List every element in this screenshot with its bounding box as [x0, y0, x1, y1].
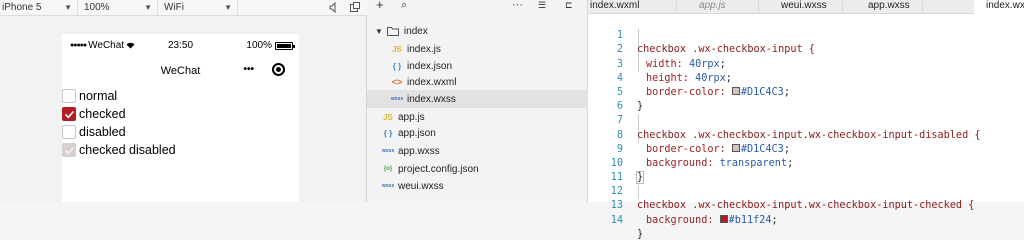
css-value: #b11f24 [728, 214, 772, 226]
file-name: app.js [398, 111, 425, 123]
checkbox-input[interactable] [62, 107, 76, 121]
file-app-wxss[interactable]: wxss app.wxss [367, 142, 588, 160]
folder-name: index [403, 25, 428, 37]
tab-weui-wxss[interactable]: weui.wxss [759, 0, 843, 14]
checkmark-icon [64, 146, 74, 154]
collapse-icon[interactable]: ⊏ [565, 0, 573, 11]
color-swatch[interactable] [719, 214, 728, 223]
simulator-toolbar: iPhone 5 ▼ 100% ▼ WiFi ▼ [0, 0, 367, 16]
devtools-window: iPhone 5 ▼ 100% ▼ WiFi ▼ ●●●●● WeChat 23… [0, 0, 1024, 240]
checkbox-checked-disabled: checked disabled [62, 141, 176, 159]
close-miniprogram-icon[interactable] [272, 63, 285, 76]
search-icon[interactable]: ⌕ [401, 0, 407, 12]
navigation-bar: WeChat ••• [62, 54, 299, 82]
code-line: 9 background: transparent; [588, 129, 1024, 169]
tab-app-js[interactable]: app.js [677, 0, 759, 14]
code-line: 8 border-color: #D1C4C3; [588, 114, 1024, 155]
chevron-down-icon: ▼ [144, 2, 152, 12]
file-name: weui.wxss [398, 180, 444, 192]
file-name: app.wxss [398, 145, 440, 157]
config-icon: {o} [383, 166, 393, 172]
js-icon: JS [383, 112, 393, 122]
network-select-value: WiFi [164, 2, 184, 13]
json-icon: { } [392, 61, 402, 71]
checkbox-input [62, 125, 76, 139]
checkmark-icon [64, 110, 74, 118]
file-name: index.js [407, 43, 441, 55]
phone-screen: ●●●●● WeChat 23:50 100% WeChat ••• norma… [62, 34, 299, 202]
folder-open-icon [386, 27, 399, 36]
code-line: 5 } [588, 72, 1024, 112]
checkbox-input[interactable] [62, 89, 76, 103]
file-project-config-json[interactable]: {o} project.config.json [367, 160, 588, 178]
code-line: 6 [588, 86, 1024, 112]
file-name: project.config.json [398, 163, 479, 175]
simulator-panel: iPhone 5 ▼ 100% ▼ WiFi ▼ ●●●●● WeChat 23… [0, 0, 367, 202]
checkbox-input [62, 143, 76, 157]
json-icon: { } [383, 128, 393, 138]
checkbox-checked[interactable]: checked [62, 105, 176, 123]
chevron-down-icon: ▼ [375, 26, 383, 36]
code-line: 10 } [588, 143, 1024, 185]
wxss-icon: wxss [381, 148, 395, 154]
more-icon[interactable]: ••• [243, 64, 254, 75]
code-line: 12 checkbox .wx-checkbox-input.wx-checkb… [588, 171, 1024, 211]
chevron-down-icon: ▼ [224, 2, 232, 12]
editor-tabs: index.wxml app.js weui.wxss app.wxss ind… [588, 0, 1024, 14]
file-index-js[interactable]: JS index.js [367, 40, 588, 58]
code-line: 7 checkbox .wx-checkbox-input.wx-checkbo… [588, 100, 1024, 140]
code-line: 2 width: 40rpx; [588, 29, 1024, 69]
battery-icon [275, 41, 295, 50]
wxml-icon: <> [391, 77, 403, 87]
wxss-icon: wxss [381, 183, 395, 189]
checkbox-group: normal checked disabled checked disabled [62, 87, 176, 159]
code-line: 3 height: 40rpx; [588, 43, 1024, 84]
file-index-wxml[interactable]: <> index.wxml [367, 73, 588, 91]
zoom-select[interactable]: 100% ▼ [78, 0, 158, 16]
wxss-icon: wxss [390, 96, 404, 102]
code-line: 4 border-color: #D1C4C3; [588, 58, 1024, 98]
device-select[interactable]: iPhone 5 ▼ [0, 0, 78, 16]
network-select[interactable]: WiFi ▼ [158, 0, 238, 16]
checkbox-normal[interactable]: normal [62, 87, 176, 105]
tab-app-wxss[interactable]: app.wxss [843, 0, 923, 14]
chevron-down-icon: ▼ [64, 2, 72, 12]
code-editor: index.wxml app.js weui.wxss app.wxss ind… [588, 0, 1024, 240]
code-line: 14 } [588, 199, 1024, 240]
explorer-toolbar: + ⌕ ··· ☰ ⊏ [367, 0, 587, 14]
file-app-json[interactable]: { } app.json [367, 124, 588, 142]
code-line: 11 [588, 157, 1024, 183]
more-icon[interactable]: ··· [512, 0, 523, 11]
checkbox-label: disabled [79, 125, 126, 139]
status-bar: ●●●●● WeChat 23:50 100% [62, 34, 299, 54]
checkbox-label: normal [79, 89, 118, 103]
file-name: app.json [398, 127, 436, 139]
checkbox-label: checked [79, 107, 126, 121]
file-name: index.wxss [407, 93, 456, 105]
code-area[interactable]: 1 checkbox .wx-checkbox-input { 2 width:… [588, 15, 1024, 240]
detach-window-icon[interactable] [349, 1, 361, 14]
zoom-select-value: 100% [84, 2, 110, 13]
tab-index-wxml[interactable]: index.wxml [588, 0, 677, 14]
battery-percent: 100% [246, 40, 272, 51]
line-number: 14 [610, 214, 623, 226]
sort-icon[interactable]: ☰ [538, 0, 546, 11]
add-file-icon[interactable]: + [376, 0, 384, 12]
code-line: 13 background: #b11f24; [588, 185, 1024, 225]
checkbox-disabled: disabled [62, 123, 176, 141]
tab-index-wxss[interactable]: index.wxss [974, 0, 1024, 14]
close-brace: } [637, 228, 644, 240]
code-line: 1 checkbox .wx-checkbox-input { [588, 15, 1024, 55]
file-explorer: + ⌕ ··· ☰ ⊏ ▼ index JS index.js { } inde… [367, 0, 588, 202]
volume-icon[interactable] [328, 1, 340, 14]
file-name: index.wxml [407, 76, 457, 88]
folder-index[interactable]: ▼ index [367, 22, 588, 40]
checkbox-label: checked disabled [79, 143, 176, 157]
device-select-value: iPhone 5 [2, 2, 42, 13]
file-index-wxss[interactable]: wxss index.wxss [367, 90, 588, 108]
css-property: background: [646, 214, 720, 226]
file-weui-wxss[interactable]: wxss weui.wxss [367, 177, 588, 195]
file-name: index.json [407, 60, 453, 72]
js-icon: JS [392, 44, 402, 54]
